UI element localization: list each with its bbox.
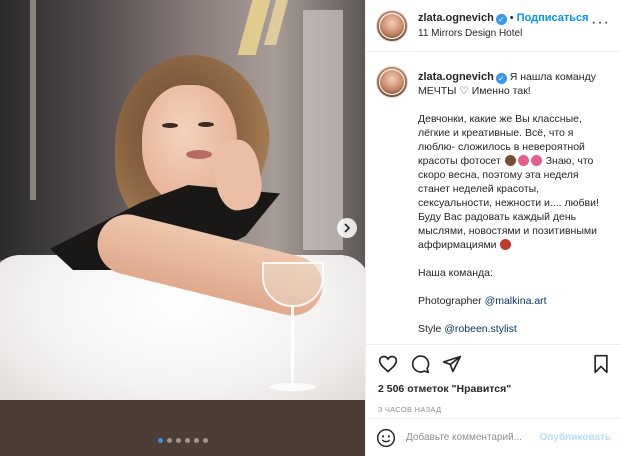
emoji-tulip-icon [530, 155, 542, 166]
photographer-credit: Photographer @malkina.art [418, 295, 547, 307]
carousel-dots [158, 438, 208, 443]
style-credit: Style @robeen.stylist [418, 323, 517, 335]
post-photo[interactable] [0, 0, 365, 456]
carousel-dot [167, 438, 172, 443]
bookmark-icon[interactable] [591, 354, 611, 374]
header-separator: • [509, 11, 514, 24]
carousel-dot [176, 438, 181, 443]
emoji-lips-icon [500, 239, 512, 250]
carousel-dot [203, 438, 208, 443]
heart-icon[interactable] [378, 354, 398, 374]
post-comment-button[interactable]: Опубликовать [540, 432, 611, 443]
chevron-right-icon [344, 223, 351, 233]
emoji-tulip-icon [517, 155, 529, 166]
caption-body: Девчонки, какие же Вы классные, лёгкие и… [418, 113, 599, 251]
location-link[interactable]: 11 Mirrors Design Hotel [418, 26, 589, 41]
more-icon[interactable]: ··· [591, 14, 610, 32]
carousel-dot [185, 438, 190, 443]
post-header: zlata.ognevich ✓ • Подписаться 11 Mirrors D… [366, 0, 620, 52]
emoji-icon[interactable] [376, 428, 396, 448]
team-label: Наша команда: [418, 267, 493, 279]
post-panel: zlata.ognevich ✓ • Подписаться 11 Mirrors D… [365, 0, 620, 456]
style-link[interactable]: @robeen.stylist [444, 323, 517, 335]
emoji-girl-icon [504, 155, 516, 166]
post-time[interactable]: 3 часов назад [378, 405, 611, 414]
carousel-next-button[interactable] [337, 218, 357, 238]
share-icon[interactable] [442, 354, 462, 374]
username-link[interactable]: zlata.ognevich [418, 12, 494, 24]
carousel-dot [194, 438, 199, 443]
carousel-dot [158, 438, 163, 443]
verified-icon: ✓ [495, 13, 507, 25]
likes-count[interactable]: 2 506 отметок "Нравится" [378, 383, 611, 395]
caption-username[interactable]: zlata.ognevich [418, 71, 494, 83]
post-actions: 2 506 отметок "Нравится" 3 часов назад [366, 344, 620, 414]
verified-icon: ✓ [495, 73, 507, 84]
caption-avatar[interactable] [376, 66, 408, 98]
caption: zlata.ognevich ✓ Я нашла команду МЕЧТЫ ♡ … [366, 52, 620, 344]
avatar[interactable] [376, 9, 408, 42]
follow-button[interactable]: Подписаться [517, 12, 589, 24]
photographer-link[interactable]: @malkina.art [485, 295, 547, 307]
comment-input[interactable] [406, 432, 536, 443]
comment-bar: Опубликовать [366, 418, 620, 456]
comment-icon[interactable] [410, 354, 430, 374]
